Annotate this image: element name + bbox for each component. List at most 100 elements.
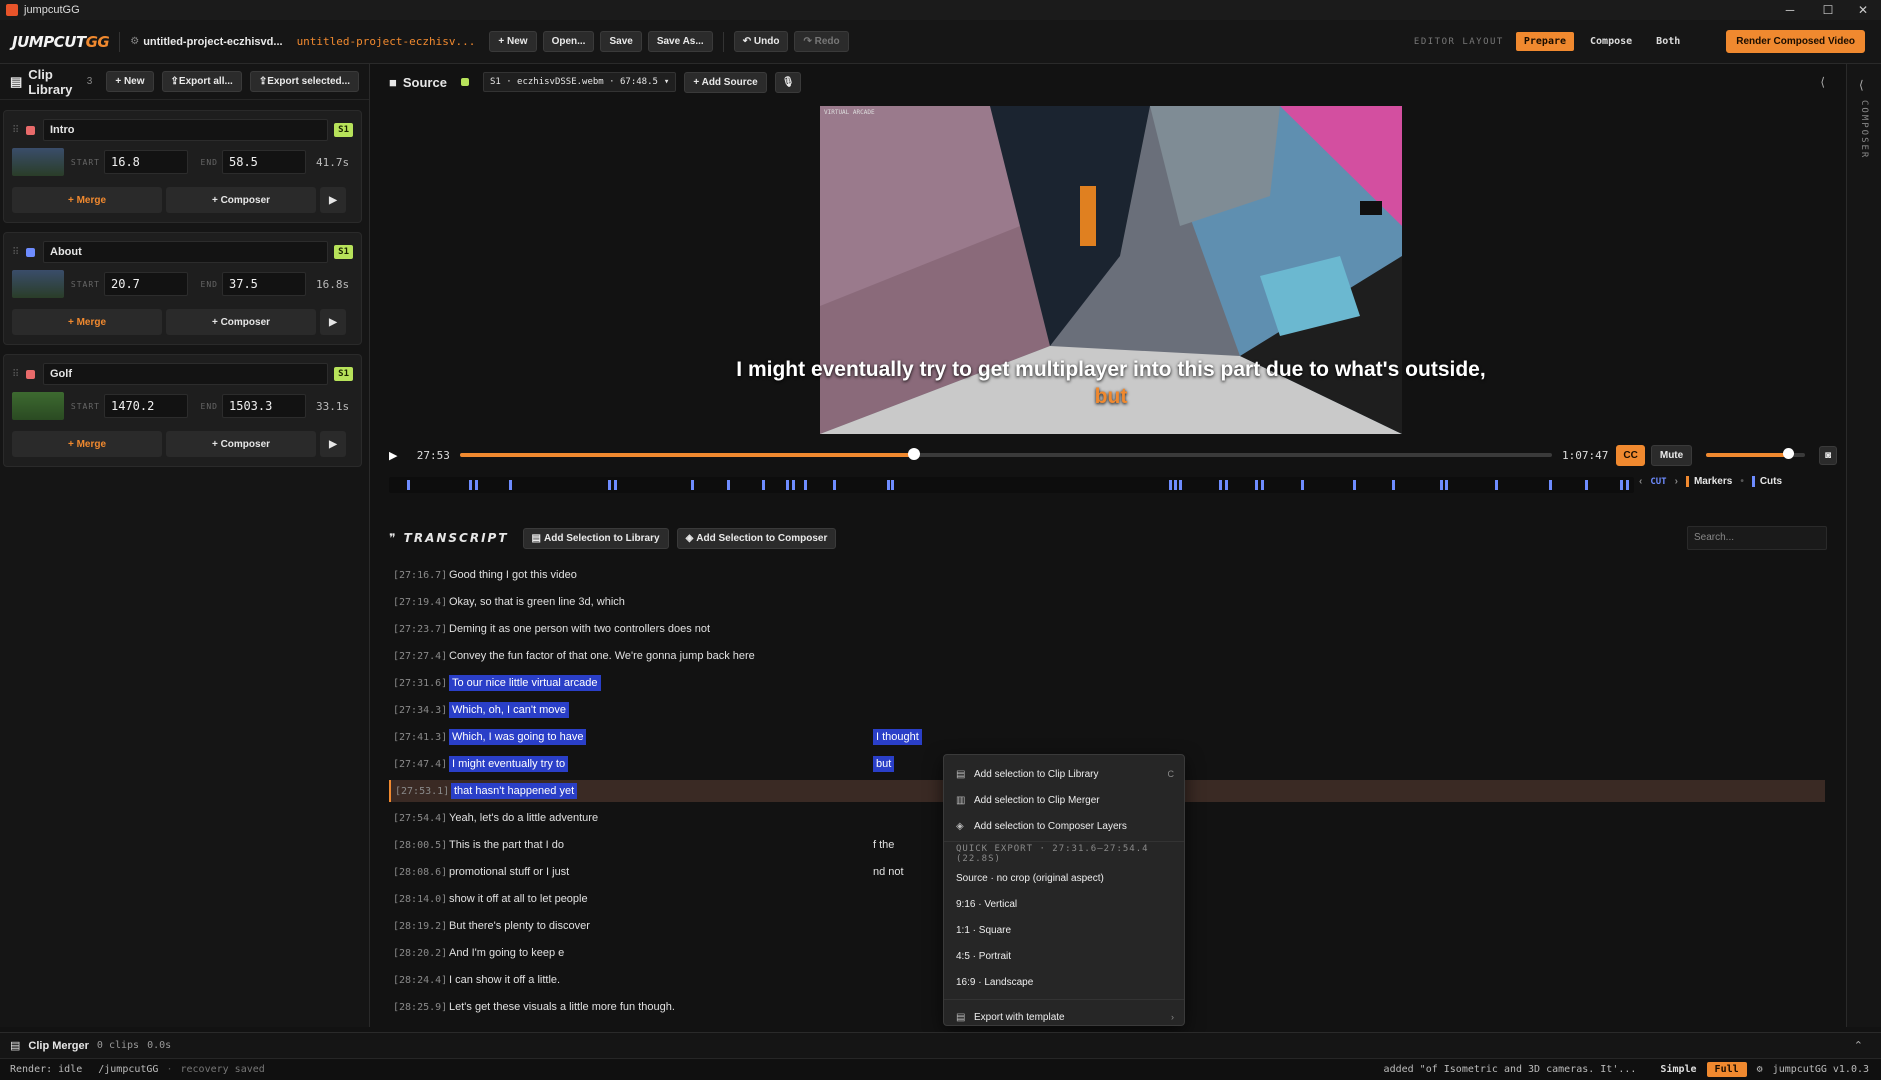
play-clip-icon[interactable]: ▶ xyxy=(320,431,346,457)
timeline-marker[interactable] xyxy=(691,480,694,490)
transcript-text[interactable]: promotional stuff or I just xyxy=(449,866,569,878)
render-composed-video-button[interactable]: Render Composed Video xyxy=(1726,30,1865,53)
quick-export-option[interactable]: 1:1 · Square xyxy=(944,917,1184,943)
transcript-timestamp[interactable]: [27:16.7] xyxy=(389,570,449,581)
end-time-input[interactable]: 37.5 xyxy=(222,272,306,296)
transcript-text[interactable]: Okay, so that is green line 3d, which xyxy=(449,596,625,608)
transcript-text[interactable]: Let's get these visuals a little more fu… xyxy=(449,1001,675,1013)
clip-color-swatch[interactable] xyxy=(26,125,35,135)
timeline-marker[interactable] xyxy=(1549,480,1552,490)
transcript-timestamp[interactable]: [28:14.0] xyxy=(389,894,449,905)
save-as-button[interactable]: Save As... xyxy=(647,31,713,52)
full-mode-button[interactable]: Full xyxy=(1706,1062,1747,1077)
expand-icon[interactable]: ⟨ xyxy=(1859,78,1864,92)
start-time-input[interactable]: 16.8 xyxy=(104,150,188,174)
collapse-icon[interactable]: ⟨ xyxy=(1820,75,1825,89)
clip-card[interactable]: ⠿ Golf S1 START 1470.2 END 1503.3 33.1s + Merge +… xyxy=(3,354,362,467)
scrub-handle[interactable] xyxy=(908,448,921,460)
timeline-marker[interactable] xyxy=(1445,480,1448,490)
timeline-marker[interactable] xyxy=(469,480,472,490)
transcript-timestamp[interactable]: [27:31.6] xyxy=(389,678,449,689)
simple-mode-button[interactable]: Simple xyxy=(1660,1064,1696,1075)
save-button[interactable]: Save xyxy=(600,31,642,52)
timeline-marker[interactable] xyxy=(833,480,836,490)
timeline-marker[interactable] xyxy=(1301,480,1304,490)
markers-toggle[interactable]: Markers xyxy=(1685,476,1732,487)
transcript-text[interactable]: show it off at all to let people xyxy=(449,893,588,905)
transcript-text[interactable]: Deming it as one person with two control… xyxy=(449,623,710,635)
transcript-text-tail[interactable]: nd not xyxy=(873,866,904,878)
open-button[interactable]: Open... xyxy=(542,31,595,52)
cuts-toggle[interactable]: Cuts xyxy=(1751,476,1782,487)
clip-name-input[interactable]: Intro xyxy=(43,119,329,141)
quick-export-option[interactable]: Source · no crop (original aspect) xyxy=(944,865,1184,891)
transcript-text[interactable]: I might eventually try to xyxy=(449,756,569,772)
timeline-marker[interactable] xyxy=(1495,480,1498,490)
end-time-input[interactable]: 1503.3 xyxy=(222,394,306,418)
transcript-text[interactable]: Which, oh, I can't move xyxy=(449,702,569,718)
timeline-marker[interactable] xyxy=(1174,480,1177,490)
quick-export-option[interactable]: 16:9 · Landscape xyxy=(944,969,1184,995)
transcript-text[interactable]: This is the part that I do xyxy=(449,839,564,851)
project-name[interactable]: untitled-project-eczhisvd... xyxy=(143,36,282,48)
timeline-marker[interactable] xyxy=(1219,480,1222,490)
minimize-icon[interactable]: ─ xyxy=(1770,0,1810,20)
transcript-timestamp[interactable]: [27:41.3] xyxy=(389,732,449,743)
volume-slider[interactable] xyxy=(1706,448,1805,459)
timeline-marker[interactable] xyxy=(1261,480,1264,490)
transcript-timestamp[interactable]: [27:23.7] xyxy=(389,624,449,635)
drag-handle-icon[interactable]: ⠿ xyxy=(12,247,22,258)
timeline-marker[interactable] xyxy=(1255,480,1258,490)
transcript-text[interactable]: Yeah, let's do a little adventure xyxy=(449,812,598,824)
clip-merger-bar[interactable]: ▤ Clip Merger 0 clips 0.0s ⌃ xyxy=(0,1032,1881,1058)
undo-button[interactable]: ↶ Undo xyxy=(733,31,789,52)
transcript-timestamp[interactable]: [27:27.4] xyxy=(389,651,449,662)
transcript-text[interactable]: To our nice little virtual arcade xyxy=(449,675,601,691)
export-selected-button[interactable]: ⇪Export selected... xyxy=(249,71,359,92)
add-to-composer-button[interactable]: + Composer xyxy=(166,431,316,457)
transcript-timestamp[interactable]: [27:53.1] xyxy=(391,786,451,797)
captions-toggle-button[interactable]: CC xyxy=(1616,444,1645,466)
snapshot-icon[interactable]: ◙ xyxy=(1818,445,1837,465)
timeline-marker[interactable] xyxy=(1585,480,1588,490)
transcript-line[interactable]: [27:34.3] Which, oh, I can't move xyxy=(389,699,1825,721)
timeline-marker[interactable] xyxy=(727,480,730,490)
add-selection-to-library-button[interactable]: ▤ Add Selection to Library xyxy=(522,527,669,549)
play-clip-icon[interactable]: ▶ xyxy=(320,187,346,213)
transcript-timestamp[interactable]: [27:47.4] xyxy=(389,759,449,770)
transcript-text[interactable]: I can show it off a little. xyxy=(449,974,560,986)
add-selection-to-composer-button[interactable]: ◈ Add Selection to Composer xyxy=(676,527,837,549)
transcript-timestamp[interactable]: [28:25.9] xyxy=(389,1002,449,1013)
mute-button[interactable]: Mute xyxy=(1650,444,1693,466)
composer-rail[interactable]: ⟨ COMPOSER xyxy=(1846,64,1881,1027)
clip-color-swatch[interactable] xyxy=(26,369,35,379)
transcript-line[interactable]: [27:27.4] Convey the fun factor of that o… xyxy=(389,645,1825,667)
layout-compose-tab[interactable]: Compose xyxy=(1582,32,1640,51)
add-to-merge-button[interactable]: + Merge xyxy=(12,431,162,457)
next-cut-icon[interactable]: › xyxy=(1675,476,1678,487)
clip-card[interactable]: ⠿ About S1 START 20.7 END 37.5 16.8s + Merge + Co… xyxy=(3,232,362,345)
transcript-timestamp[interactable]: [28:20.2] xyxy=(389,948,449,959)
volume-handle[interactable] xyxy=(1783,448,1795,459)
transcript-text[interactable]: Which, I was going to have xyxy=(449,729,587,745)
timeline-marker[interactable] xyxy=(1169,480,1172,490)
transcript-line[interactable]: [27:19.4] Okay, so that is green line 3d,… xyxy=(389,591,1825,613)
timeline-marker[interactable] xyxy=(1225,480,1228,490)
timeline-marker[interactable] xyxy=(887,480,890,490)
quick-export-option[interactable]: 4:5 · Portrait xyxy=(944,943,1184,969)
transcript-text-tail[interactable]: but xyxy=(873,756,895,772)
timeline-marker[interactable] xyxy=(1179,480,1182,490)
clip-card[interactable]: ⠿ Intro S1 START 16.8 END 58.5 41.7s + Merge + Co… xyxy=(3,110,362,223)
transcript-timestamp[interactable]: [28:08.6] xyxy=(389,867,449,878)
transcript-timestamp[interactable]: [28:00.5] xyxy=(389,840,449,851)
clip-color-swatch[interactable] xyxy=(26,247,35,257)
transcript-timestamp[interactable]: [28:24.4] xyxy=(389,975,449,986)
menu-add-to-composer-layers[interactable]: ◈ Add selection to Composer Layers xyxy=(944,813,1184,839)
source-file-select[interactable]: S1 · eczhisvDSSE.webm · 67:48.5 ▾ xyxy=(482,72,677,92)
end-time-input[interactable]: 58.5 xyxy=(222,150,306,174)
timeline-marker[interactable] xyxy=(1626,480,1629,490)
start-time-input[interactable]: 20.7 xyxy=(104,272,188,296)
timeline-marker[interactable] xyxy=(804,480,807,490)
timeline-marker[interactable] xyxy=(792,480,795,490)
transcript-search-input[interactable]: Search... xyxy=(1687,526,1827,550)
